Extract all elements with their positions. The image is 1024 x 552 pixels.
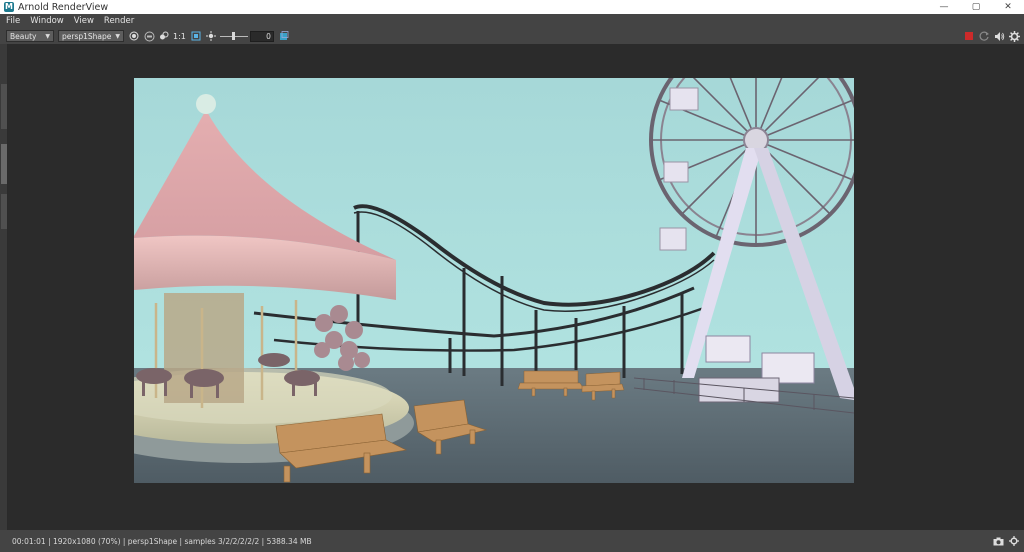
rgba-icon[interactable] [158, 30, 170, 42]
close-icon[interactable]: ✕ [992, 0, 1024, 14]
refresh-icon[interactable] [978, 30, 990, 42]
settings-icon[interactable] [1008, 30, 1020, 42]
settings-icon[interactable] [1008, 535, 1020, 547]
arnold-app-icon: M [4, 2, 14, 12]
side-tab[interactable] [1, 84, 7, 129]
render-status-text: 00:01:01 | 1920x1080 (70%) | persp1Shape… [12, 536, 312, 546]
snapshot-icon[interactable] [278, 30, 290, 42]
status-bar-right [988, 535, 1020, 547]
menu-view[interactable]: View [74, 16, 94, 26]
menu-render[interactable]: Render [104, 16, 134, 26]
title-bar: M Arnold RenderView — ▢ ✕ [0, 0, 1024, 14]
chevron-down-icon: ▼ [115, 32, 120, 40]
window-controls: — ▢ ✕ [928, 0, 1024, 14]
minimize-icon[interactable]: — [928, 0, 960, 14]
menu-bar: File Window View Render [0, 14, 1024, 28]
camera-dropdown[interactable]: persp1Shape ▼ [58, 30, 124, 42]
camera-dropdown-value: persp1Shape [62, 31, 112, 41]
zoom-ratio-button[interactable]: 1:1 [173, 32, 186, 41]
amusement-park-render [134, 78, 854, 483]
toolbar-right [960, 28, 1020, 44]
gondola [705, 335, 751, 363]
slider-handle[interactable] [231, 32, 235, 40]
menu-file[interactable]: File [6, 16, 20, 26]
window-title: Arnold RenderView [18, 1, 109, 13]
aov-dropdown[interactable]: Beauty ▼ [6, 30, 54, 42]
side-tab[interactable] [1, 194, 7, 229]
exposure-icon [205, 30, 217, 42]
exposure-field[interactable]: 0 [249, 30, 274, 42]
roof-ornament [196, 94, 216, 114]
gondola [659, 227, 687, 251]
stop-render-icon[interactable] [963, 30, 975, 42]
exposure-slider[interactable] [219, 30, 248, 42]
region-icon[interactable] [190, 30, 202, 42]
snapshot-icon[interactable] [992, 535, 1004, 547]
collapsed-side-panel[interactable] [0, 44, 8, 530]
aov-dropdown-value: Beauty [10, 31, 37, 41]
chevron-down-icon: ▼ [45, 32, 50, 40]
side-tab[interactable] [1, 144, 7, 184]
maximize-icon[interactable]: ▢ [960, 0, 992, 14]
color-manager-icon[interactable] [143, 30, 155, 42]
status-bar: 00:01:01 | 1920x1080 (70%) | persp1Shape… [0, 530, 1024, 552]
rendered-image[interactable] [134, 78, 854, 483]
debug-shading-icon[interactable] [993, 30, 1005, 42]
menu-window[interactable]: Window [30, 16, 64, 26]
gondola [663, 161, 689, 183]
display-channel-icon[interactable] [128, 30, 140, 42]
toolbar: Beauty ▼ persp1Shape ▼ 1:1 0 [0, 28, 1024, 44]
gondola [669, 87, 699, 111]
